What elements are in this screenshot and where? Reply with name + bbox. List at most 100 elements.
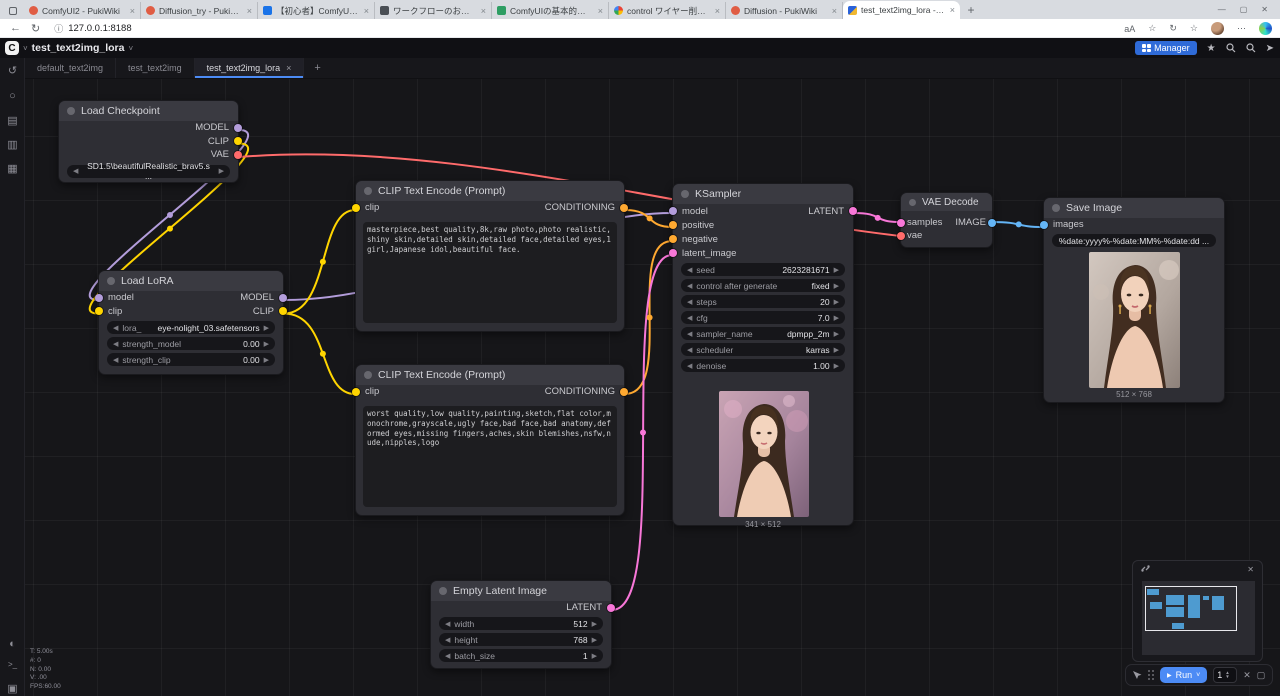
node-header[interactable]: VAE Decode [901,193,992,211]
lora-name-combo[interactable]: ◀ lora_ eye-nolight_03.safetensors ▶ [107,321,275,334]
arrow-right-icon[interactable]: ▶ [264,324,269,332]
arrow-left-icon[interactable]: ◀ [687,298,692,306]
arrow-left-icon[interactable]: ◀ [113,324,118,332]
conditioning-slot[interactable] [669,235,677,243]
new-tab-button[interactable]: + [963,2,979,18]
search-icon[interactable] [1226,43,1236,53]
height-widget[interactable]: ◀ height 768 ▶ [439,633,603,646]
batch-count-stepper[interactable]: 1 ▲ ▼ [1213,667,1237,683]
scheduler-widget[interactable]: ◀ scheduler karras ▶ [681,343,845,356]
arrow-right-icon[interactable]: ▶ [834,346,839,354]
seed-widget[interactable]: ◀ seed 2623281671 ▶ [681,263,845,276]
model-slot[interactable] [279,294,287,302]
workflow-tab[interactable]: default_text2img [25,58,116,78]
arrow-left-icon[interactable]: ◀ [445,620,450,628]
arrow-right-icon[interactable]: ▶ [834,266,839,274]
new-workflow-button[interactable]: + [304,58,330,78]
window-minimize-button[interactable]: — [1218,5,1226,14]
share-icon[interactable]: ➤ [1266,43,1274,54]
theme-toggle-icon[interactable]: ◐ [0,638,25,650]
arrow-left-icon[interactable]: ◀ [687,330,692,338]
minimap-link-icon[interactable] [1141,564,1150,575]
node-library-icon[interactable]: ▤ [0,114,25,127]
arrow-right-icon[interactable]: ▶ [592,620,597,628]
clear-queue-icon[interactable]: ✕ [1243,670,1251,681]
arrow-left-icon[interactable]: ◀ [687,314,692,322]
run-button[interactable]: ▶ Run ˅ [1160,667,1207,683]
collapse-dot-icon[interactable] [67,107,75,115]
chevron-down-icon[interactable]: ˅ [23,44,28,53]
url-field[interactable]: ⓘ 127.0.0.1:8188 [54,22,131,35]
tab-close-icon[interactable]: × [364,6,369,16]
minimap-canvas[interactable] [1142,581,1255,655]
arrow-left-icon[interactable]: ◀ [687,346,692,354]
queue-icon[interactable]: ○ [0,90,25,102]
clip-slot[interactable] [95,307,103,315]
node-header[interactable]: Empty Latent Image [431,581,611,601]
workflow-tab-active[interactable]: test_text2img_lora × [195,58,305,78]
browser-tab[interactable]: ComfyUIの基本的な使い方（便... × [492,2,609,19]
browser-tab[interactable]: 【初心者】ComfyUIの基本の使い方 × [258,2,375,19]
arrow-right-icon[interactable]: ▶ [834,298,839,306]
profile-avatar[interactable] [1211,22,1224,35]
arrow-left-icon[interactable]: ◀ [73,167,78,175]
node-vae-decode[interactable]: VAE Decode samples IMAGE vae [900,192,993,248]
arrow-right-icon[interactable]: ▶ [592,636,597,644]
queue-filter-icon[interactable] [1132,670,1142,680]
arrow-left-icon[interactable]: ◀ [113,340,118,348]
arrow-right-icon[interactable]: ▶ [264,340,269,348]
model-slot[interactable] [234,124,242,132]
star-icon[interactable]: ★ [1207,43,1216,54]
decrement-icon[interactable]: ▼ [1225,675,1229,679]
tab-close-icon[interactable]: × [481,6,486,16]
arrow-left-icon[interactable]: ◀ [687,362,692,370]
collapse-dot-icon[interactable] [1052,204,1060,212]
history-icon[interactable]: ↻ [1169,23,1177,34]
terminal-icon[interactable]: >_ [0,660,25,669]
node-header[interactable]: Save Image [1044,198,1224,218]
node-save-image[interactable]: Save Image images %date:yyyy%-%date:MM%-… [1043,197,1225,403]
browser-tab-active[interactable]: test_text2img_lora - ComfyUI × [843,1,960,19]
refresh-button[interactable]: ↻ [31,22,40,35]
latent-slot[interactable] [669,249,677,257]
conditioning-slot[interactable] [620,388,628,396]
conditioning-slot[interactable] [620,204,628,212]
arrow-left-icon[interactable]: ◀ [687,266,692,274]
filename-prefix-widget[interactable]: %date:yyyy%-%date:MM%-%date:dd ... [1052,234,1216,247]
batch-size-widget[interactable]: ◀ batch_size 1 ▶ [439,649,603,662]
sampler-name-widget[interactable]: ◀ sampler_name dpmpp_2m ▶ [681,327,845,340]
tab-close-icon[interactable]: × [950,5,955,15]
arrow-right-icon[interactable]: ▶ [264,356,269,364]
browser-tab[interactable]: ワークフローのお手本【ComfyUI】- 5... × [375,2,492,19]
tab-close-icon[interactable]: × [832,6,837,16]
tab-close-icon[interactable]: × [247,6,252,16]
denoise-widget[interactable]: ◀ denoise 1.00 ▶ [681,359,845,372]
node-header[interactable]: CLIP Text Encode (Prompt) [356,365,624,385]
node-empty-latent[interactable]: Empty Latent Image LATENT ◀ width 512 ▶ … [430,580,612,669]
tab-actions-icon[interactable] [4,3,22,18]
site-info-icon[interactable]: ⓘ [54,22,63,35]
collapse-dot-icon[interactable] [364,371,372,379]
node-header[interactable]: CLIP Text Encode (Prompt) [356,181,624,201]
arrow-left-icon[interactable]: ◀ [445,652,450,660]
collapse-dot-icon[interactable] [439,587,447,595]
latent-slot[interactable] [849,207,857,215]
collapse-dot-icon[interactable] [909,199,916,206]
window-maximize-button[interactable]: ▢ [1240,5,1248,14]
strength-clip-widget[interactable]: ◀ strength_clip 0.00 ▶ [107,353,275,366]
model-slot[interactable] [669,207,677,215]
browser-tab[interactable]: Diffusion - PukiWiki × [726,2,843,19]
arrow-right-icon[interactable]: ▶ [834,282,839,290]
chevron-down-icon[interactable]: ˅ [128,44,133,53]
arrow-right-icon[interactable]: ▶ [834,362,839,370]
browser-tab[interactable]: ComfyUI2 - PukiWiki × [24,2,141,19]
workflows-icon[interactable]: ▦ [0,162,25,175]
minimap-close-icon[interactable]: ✕ [1247,565,1254,574]
tab-close-icon[interactable]: × [598,6,603,16]
arrow-right-icon[interactable]: ▶ [834,330,839,338]
node-header[interactable]: KSampler [673,184,853,204]
saved-image-preview[interactable] [1089,252,1180,388]
steps-widget[interactable]: ◀ steps 20 ▶ [681,295,845,308]
control-after-generate-widget[interactable]: ◀ control after generate fixed ▶ [681,279,845,292]
browser-tab[interactable]: control ワイヤー削除 - Google 検索 × [609,2,726,19]
